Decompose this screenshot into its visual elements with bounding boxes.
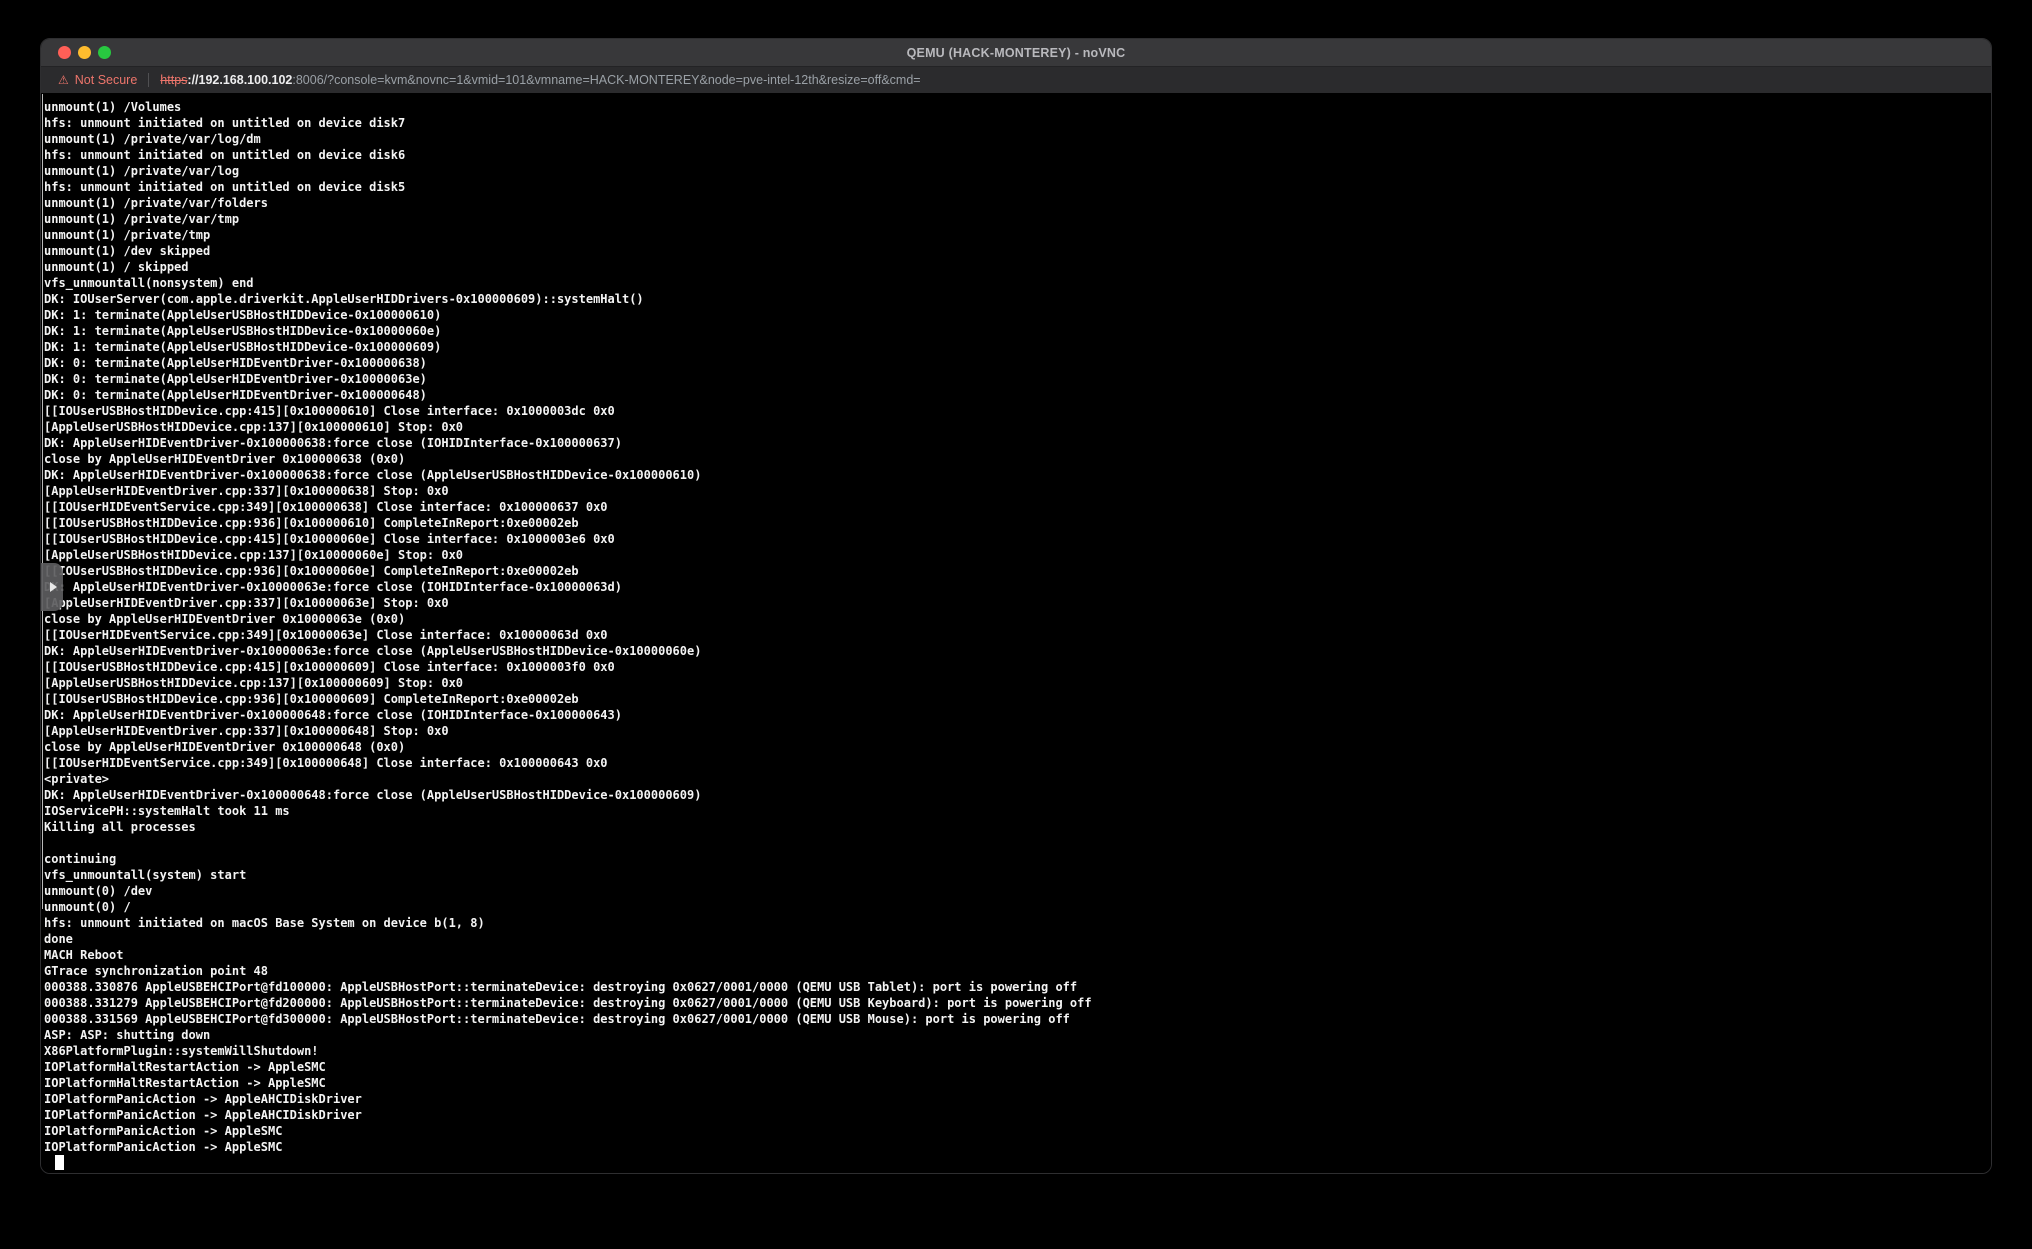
warning-triangle-icon: ⚠ bbox=[58, 74, 69, 86]
terminal-line: [AppleUserUSBHostHIDDevice.cpp:137][0x10… bbox=[44, 419, 1092, 435]
terminal-line: [[IOUserUSBHostHIDDevice.cpp:415][0x1000… bbox=[44, 403, 1092, 419]
terminal-line: hfs: unmount initiated on macOS Base Sys… bbox=[44, 915, 1092, 931]
terminal-line: IOPlatformPanicAction -> AppleAHCIDiskDr… bbox=[44, 1107, 1092, 1123]
terminal-line: [[IOUserHIDEventService.cpp:349][0x10000… bbox=[44, 627, 1092, 643]
novnc-control-bar-handle[interactable] bbox=[41, 563, 63, 611]
terminal-line: [[IOUserHIDEventService.cpp:349][0x10000… bbox=[44, 499, 1092, 515]
terminal-line: [AppleUserHIDEventDriver.cpp:337][0x1000… bbox=[44, 483, 1092, 499]
terminal-line: IOPlatformPanicAction -> AppleAHCIDiskDr… bbox=[44, 1091, 1092, 1107]
terminal-line bbox=[44, 835, 1092, 851]
terminal-line: 000388.331279 AppleUSBEHCIPort@fd200000:… bbox=[44, 995, 1092, 1011]
terminal-line: DK: 0: terminate(AppleUserHIDEventDriver… bbox=[44, 355, 1092, 371]
terminal-line: unmount(1) / skipped bbox=[44, 259, 1092, 275]
terminal-line: done bbox=[44, 931, 1092, 947]
terminal-cursor bbox=[55, 1155, 64, 1170]
terminal-line: IOPlatformHaltRestartAction -> AppleSMC bbox=[44, 1059, 1092, 1075]
chevron-right-icon bbox=[50, 582, 57, 592]
terminal-line: DK: 0: terminate(AppleUserHIDEventDriver… bbox=[44, 371, 1092, 387]
terminal-line: DK: 1: terminate(AppleUserUSBHostHIDDevi… bbox=[44, 307, 1092, 323]
terminal-line: DK: AppleUserHIDEventDriver-0x100000648:… bbox=[44, 787, 1092, 803]
terminal-line: [AppleUserHIDEventDriver.cpp:337][0x1000… bbox=[44, 595, 1092, 611]
terminal-line: [[IOUserUSBHostHIDDevice.cpp:936][0x1000… bbox=[44, 515, 1092, 531]
terminal-line: unmount(1) /Volumes bbox=[44, 99, 1092, 115]
terminal-line: hfs: unmount initiated on untitled on de… bbox=[44, 147, 1092, 163]
terminal-line: [AppleUserHIDEventDriver.cpp:337][0x1000… bbox=[44, 723, 1092, 739]
terminal-line: [[IOUserUSBHostHIDDevice.cpp:936][0x1000… bbox=[44, 563, 1092, 579]
terminal-line: IOPlatformPanicAction -> AppleSMC bbox=[44, 1139, 1092, 1155]
terminal-line: DK: IOUserServer(com.apple.driverkit.App… bbox=[44, 291, 1092, 307]
terminal-output: unmount(1) /Volumeshfs: unmount initiate… bbox=[44, 99, 1092, 1155]
terminal-line: hfs: unmount initiated on untitled on de… bbox=[44, 115, 1092, 131]
terminal-line: DK: AppleUserHIDEventDriver-0x100000648:… bbox=[44, 707, 1092, 723]
terminal-line: ASP: ASP: shutting down bbox=[44, 1027, 1092, 1043]
terminal-line: X86PlatformPlugin::systemWillShutdown! bbox=[44, 1043, 1092, 1059]
terminal-line: unmount(1) /private/tmp bbox=[44, 227, 1092, 243]
browser-window: QEMU (HACK-MONTEREY) - noVNC ⚠ Not Secur… bbox=[40, 38, 1992, 1174]
address-bar[interactable]: ⚠ Not Secure https://192.168.100.102:800… bbox=[41, 67, 1991, 93]
window-titlebar[interactable]: QEMU (HACK-MONTEREY) - noVNC bbox=[41, 39, 1991, 67]
terminal-line: GTrace synchronization point 48 bbox=[44, 963, 1092, 979]
url-path: :8006/?console=kvm&novnc=1&vmid=101&vmna… bbox=[292, 73, 920, 87]
terminal-line: 000388.330876 AppleUSBEHCIPort@fd100000:… bbox=[44, 979, 1092, 995]
terminal-line: vfs_unmountall(nonsystem) end bbox=[44, 275, 1092, 291]
terminal-line: unmount(1) /dev skipped bbox=[44, 243, 1092, 259]
terminal-line: IOPlatformPanicAction -> AppleSMC bbox=[44, 1123, 1092, 1139]
url-scheme: https bbox=[160, 73, 187, 87]
terminal-line: [AppleUserUSBHostHIDDevice.cpp:137][0x10… bbox=[44, 547, 1092, 563]
terminal-line: DK: 1: terminate(AppleUserUSBHostHIDDevi… bbox=[44, 323, 1092, 339]
terminal-line: DK: AppleUserHIDEventDriver-0x100000638:… bbox=[44, 467, 1092, 483]
vnc-screen[interactable]: unmount(1) /Volumeshfs: unmount initiate… bbox=[41, 93, 1991, 1174]
address-bar-separator bbox=[148, 73, 149, 87]
terminal-line: close by AppleUserHIDEventDriver 0x10000… bbox=[44, 739, 1092, 755]
terminal-line: continuing bbox=[44, 851, 1092, 867]
terminal-line: 000388.331569 AppleUSBEHCIPort@fd300000:… bbox=[44, 1011, 1092, 1027]
terminal-line: Killing all processes bbox=[44, 819, 1092, 835]
terminal-line: [[IOUserUSBHostHIDDevice.cpp:415][0x1000… bbox=[44, 659, 1092, 675]
terminal-line: IOServicePH::systemHalt took 11 ms bbox=[44, 803, 1092, 819]
terminal-line: [[IOUserHIDEventService.cpp:349][0x10000… bbox=[44, 755, 1092, 771]
terminal-line: DK: AppleUserHIDEventDriver-0x10000063e:… bbox=[44, 643, 1092, 659]
url-host: ://192.168.100.102 bbox=[187, 73, 292, 87]
terminal-line: unmount(1) /private/var/log bbox=[44, 163, 1092, 179]
terminal-line: unmount(1) /private/var/tmp bbox=[44, 211, 1092, 227]
terminal-line: unmount(0) / bbox=[44, 899, 1092, 915]
security-status-label: Not Secure bbox=[75, 73, 138, 87]
terminal-line: IOPlatformHaltRestartAction -> AppleSMC bbox=[44, 1075, 1092, 1091]
terminal-line: close by AppleUserHIDEventDriver 0x10000… bbox=[44, 611, 1092, 627]
terminal-line: unmount(1) /private/var/log/dm bbox=[44, 131, 1092, 147]
terminal-line: DK: AppleUserHIDEventDriver-0x10000063e:… bbox=[44, 579, 1092, 595]
terminal-line: close by AppleUserHIDEventDriver 0x10000… bbox=[44, 451, 1092, 467]
terminal-line: DK: AppleUserHIDEventDriver-0x100000638:… bbox=[44, 435, 1092, 451]
terminal-line: <private> bbox=[44, 771, 1092, 787]
terminal-line: DK: 1: terminate(AppleUserUSBHostHIDDevi… bbox=[44, 339, 1092, 355]
url-field[interactable]: https://192.168.100.102:8006/?console=kv… bbox=[160, 73, 920, 87]
terminal-line: [AppleUserUSBHostHIDDevice.cpp:137][0x10… bbox=[44, 675, 1092, 691]
terminal-line: DK: 0: terminate(AppleUserHIDEventDriver… bbox=[44, 387, 1092, 403]
terminal-line: [[IOUserUSBHostHIDDevice.cpp:936][0x1000… bbox=[44, 691, 1092, 707]
window-title: QEMU (HACK-MONTEREY) - noVNC bbox=[41, 39, 1991, 67]
console-left-border bbox=[42, 94, 43, 909]
terminal-line: unmount(1) /private/var/folders bbox=[44, 195, 1092, 211]
terminal-line: unmount(0) /dev bbox=[44, 883, 1092, 899]
terminal-line: vfs_unmountall(system) start bbox=[44, 867, 1092, 883]
terminal-line: hfs: unmount initiated on untitled on de… bbox=[44, 179, 1092, 195]
security-status-chip[interactable]: ⚠ Not Secure bbox=[58, 73, 137, 87]
terminal-line: [[IOUserUSBHostHIDDevice.cpp:415][0x1000… bbox=[44, 531, 1092, 547]
terminal-line: MACH Reboot bbox=[44, 947, 1092, 963]
